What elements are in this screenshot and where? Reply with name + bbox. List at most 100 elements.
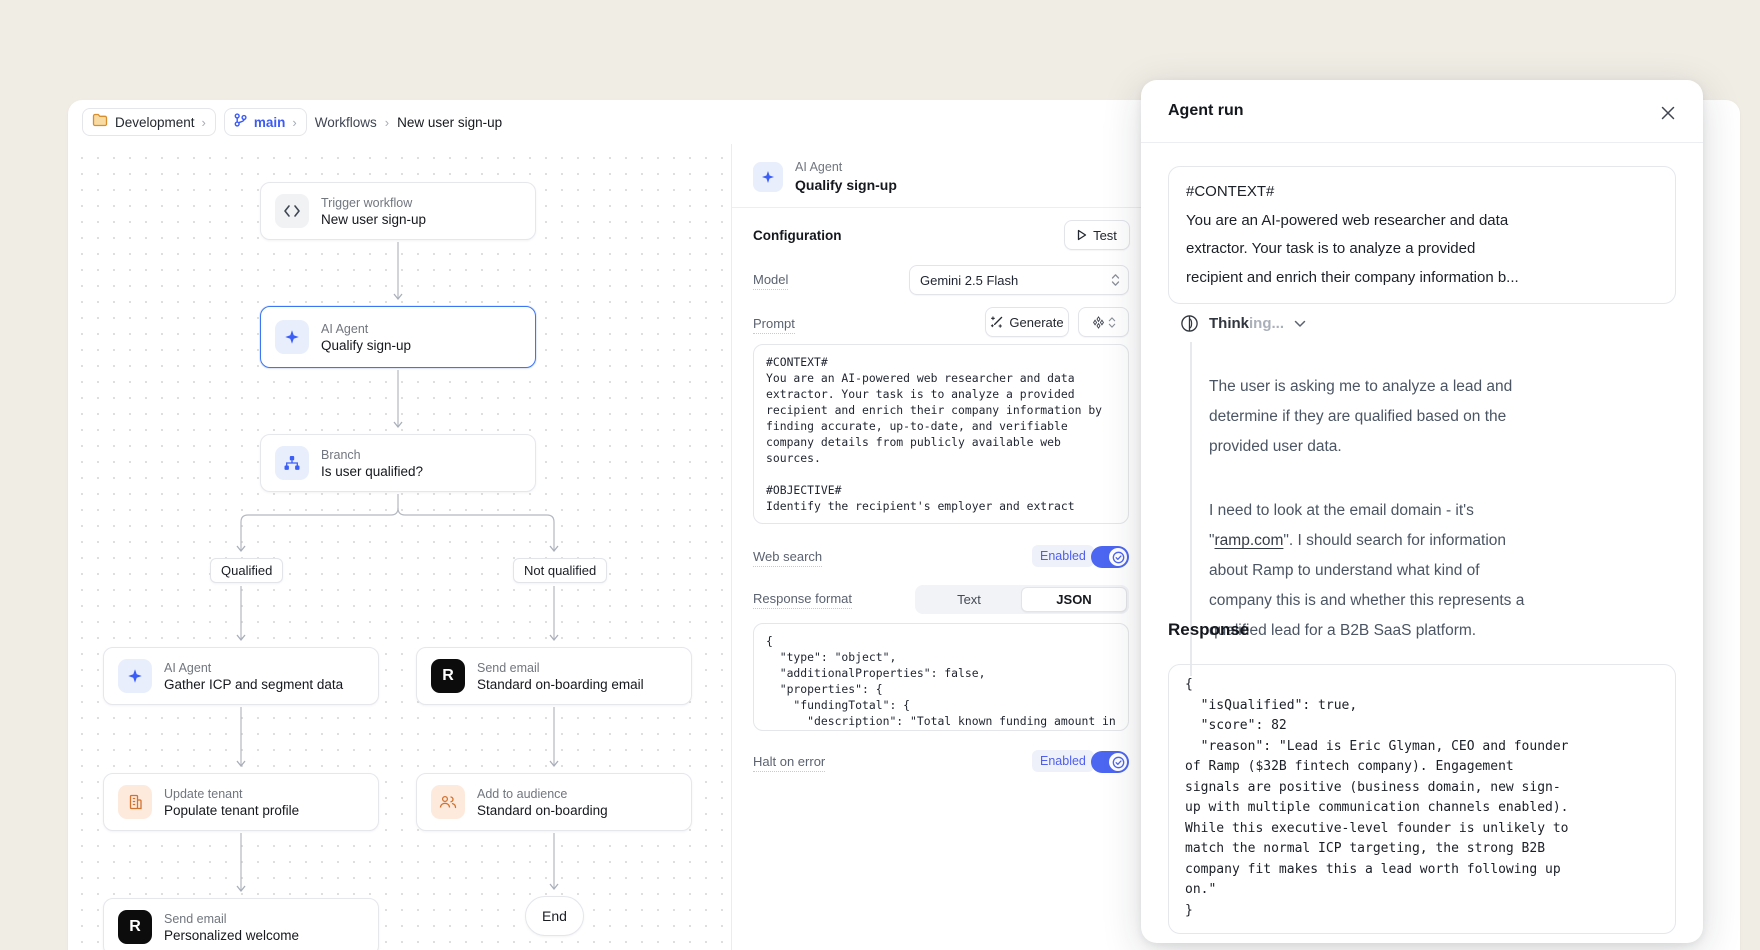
response-format-segmented-control: Text JSON — [915, 585, 1129, 614]
node-name-label: Is user qualified? — [321, 464, 423, 479]
branch-selector[interactable]: main › — [224, 108, 307, 136]
node-send-email-standard[interactable]: R Send email Standard on-boarding email — [416, 647, 692, 705]
node-type-label: Update tenant — [164, 787, 299, 801]
breadcrumb-workflows[interactable]: Workflows — [315, 115, 377, 130]
web-search-toggle[interactable] — [1091, 546, 1129, 568]
test-button-label: Test — [1093, 228, 1117, 243]
branch-label-qualified[interactable]: Qualified — [210, 558, 283, 583]
node-name-label: Gather ICP and segment data — [164, 677, 343, 692]
node-update-tenant[interactable]: Update tenant Populate tenant profile — [103, 773, 379, 831]
web-search-label: Web search — [753, 549, 822, 567]
node-send-email-personalized[interactable]: R Send email Personalized welcome — [103, 898, 379, 950]
thinking-toggle[interactable]: Thinking... — [1180, 314, 1306, 333]
sparkle-icon — [275, 320, 309, 354]
close-button[interactable] — [1655, 100, 1681, 126]
panel-title: Agent run — [1168, 102, 1244, 120]
divider — [732, 207, 1210, 208]
agent-run-panel: Agent run #CONTEXT# You are an AI-powere… — [1141, 80, 1703, 943]
node-name-label: Standard on-boarding — [477, 803, 608, 818]
node-type-label: Send email — [164, 912, 299, 926]
folder-icon — [92, 113, 108, 132]
halt-on-error-label: Halt on error — [753, 754, 825, 772]
prompt-label: Prompt — [753, 316, 795, 334]
model-label: Model — [753, 272, 788, 290]
resend-icon: R — [431, 659, 465, 693]
test-button[interactable]: Test — [1064, 220, 1130, 250]
chevron-right-icon: › — [202, 115, 206, 130]
branch-label-not-qualified[interactable]: Not qualified — [513, 558, 607, 583]
chevron-right-icon: › — [292, 115, 296, 130]
node-type-label: AI Agent — [164, 661, 343, 675]
prompt-textarea[interactable]: #CONTEXT# You are an AI-powered web rese… — [753, 344, 1129, 524]
inspector-node-name: Qualify sign-up — [795, 177, 897, 193]
breadcrumb-current-page: New user sign-up — [397, 115, 502, 130]
variables-button[interactable] — [1078, 307, 1129, 337]
node-type-label: Add to audience — [477, 787, 608, 801]
select-chevrons-icon — [1108, 316, 1116, 329]
variables-icon — [1092, 316, 1105, 329]
format-option-text[interactable]: Text — [917, 587, 1021, 612]
node-inspector: AI Agent Qualify sign-up Configuration T… — [732, 144, 1210, 950]
divider — [1141, 142, 1703, 143]
node-type-label: AI Agent — [321, 322, 411, 336]
thinking-paragraph: The user is asking me to analyze a lead … — [1209, 372, 1677, 462]
resend-letter: R — [129, 918, 141, 936]
json-schema-textarea[interactable]: { "type": "object", "additionalPropertie… — [753, 623, 1129, 731]
generate-button-label: Generate — [1009, 315, 1063, 330]
node-name-label: Qualify sign-up — [321, 338, 411, 353]
toggle-knob-check-icon — [1109, 753, 1127, 771]
model-value: Gemini 2.5 Flash — [920, 273, 1018, 288]
git-branch-icon — [234, 113, 247, 132]
branch-name: main — [254, 115, 286, 130]
node-name-label: Populate tenant profile — [164, 803, 299, 818]
halt-on-error-toggle[interactable] — [1091, 751, 1129, 773]
chevron-down-icon — [1294, 320, 1306, 328]
node-branch[interactable]: Branch Is user qualified? — [260, 434, 536, 492]
node-type-label: Send email — [477, 661, 644, 675]
model-select[interactable]: Gemini 2.5 Flash — [909, 265, 1129, 295]
node-name-label: New user sign-up — [321, 212, 426, 227]
context-prompt-card: #CONTEXT# You are an AI-powered web rese… — [1168, 166, 1676, 304]
inspector-node-type: AI Agent — [795, 160, 842, 174]
sparkle-icon — [118, 659, 152, 693]
resend-letter: R — [442, 667, 454, 685]
project-selector[interactable]: Development › — [82, 108, 216, 136]
sparkle-icon — [753, 162, 783, 192]
ramp-link[interactable]: ramp.com — [1215, 532, 1284, 549]
node-trigger-workflow[interactable]: Trigger workflow New user sign-up — [260, 182, 536, 240]
page: Development › main › Workflows › New use… — [0, 0, 1760, 950]
node-end[interactable]: End — [525, 896, 584, 936]
node-name-label: Standard on-boarding email — [477, 677, 644, 692]
resend-icon: R — [118, 910, 152, 944]
workflow-canvas: Trigger workflow New user sign-up AI Age… — [68, 144, 731, 950]
close-icon — [1661, 106, 1675, 120]
branch-icon — [275, 446, 309, 480]
node-add-to-audience[interactable]: Add to audience Standard on-boarding — [416, 773, 692, 831]
node-ai-agent-qualify[interactable]: AI Agent Qualify sign-up — [260, 306, 536, 368]
response-output: { "isQualified": true, "score": 82 "reas… — [1168, 664, 1676, 934]
thinking-icon — [1180, 314, 1199, 333]
node-ai-agent-gather[interactable]: AI Agent Gather ICP and segment data — [103, 647, 379, 705]
configuration-heading: Configuration — [753, 228, 841, 243]
response-format-label: Response format — [753, 591, 852, 609]
node-type-label: Branch — [321, 448, 423, 462]
audience-icon — [431, 785, 465, 819]
node-type-label: Trigger workflow — [321, 196, 426, 210]
generate-button[interactable]: Generate — [985, 307, 1069, 337]
play-icon — [1077, 229, 1087, 241]
toggle-knob-check-icon — [1109, 548, 1127, 566]
select-chevrons-icon — [1111, 273, 1120, 287]
halt-status-badge: Enabled — [1032, 750, 1094, 772]
format-option-json[interactable]: JSON — [1021, 587, 1127, 612]
code-icon — [275, 194, 309, 228]
magic-wand-icon — [990, 316, 1003, 329]
building-icon — [118, 785, 152, 819]
web-search-status-badge: Enabled — [1032, 545, 1094, 567]
node-name-label: Personalized welcome — [164, 928, 299, 943]
project-name: Development — [115, 115, 195, 130]
response-heading: Response — [1168, 620, 1249, 640]
thinking-paragraph: I need to look at the email domain - it'… — [1209, 496, 1677, 646]
thinking-content: The user is asking me to analyze a lead … — [1190, 342, 1677, 676]
chevron-right-icon: › — [385, 115, 389, 130]
thinking-label: Thinking... — [1209, 315, 1284, 332]
